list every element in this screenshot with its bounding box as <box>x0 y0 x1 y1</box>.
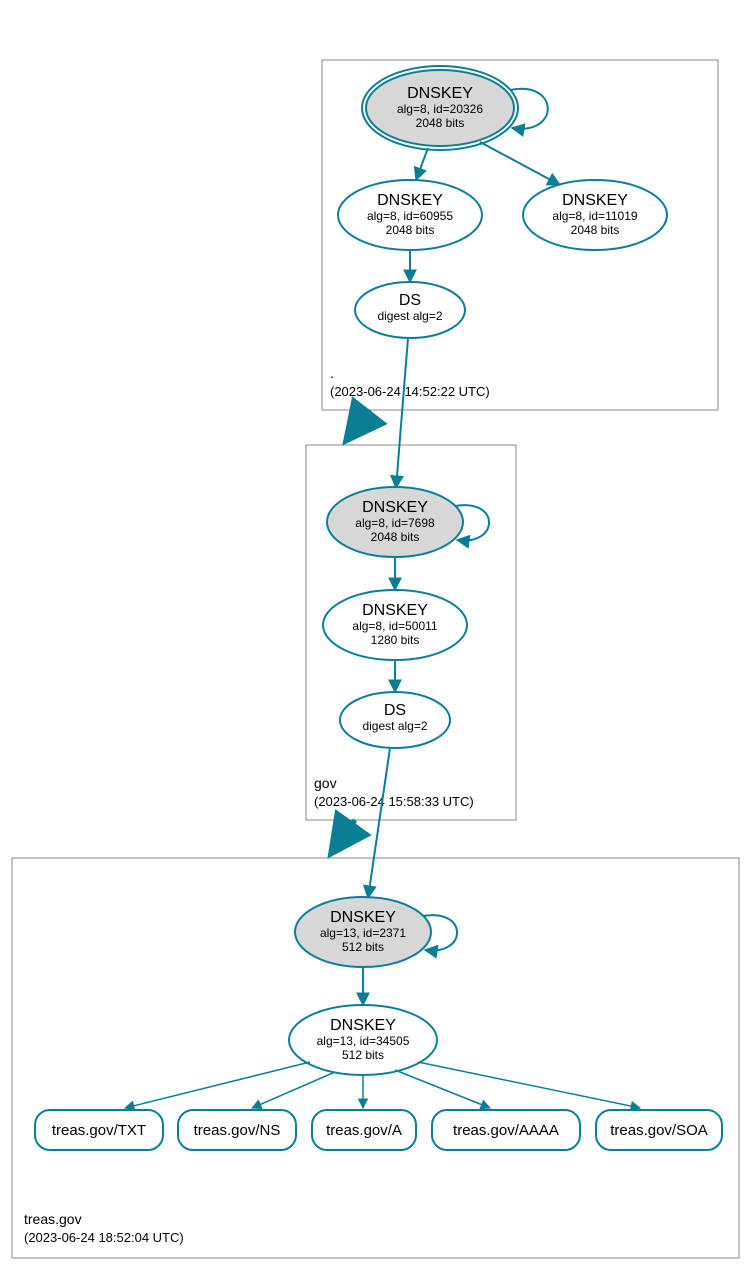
edge-zsk-aaaa <box>395 1070 490 1108</box>
edge-zsk-txt <box>125 1062 310 1108</box>
node-gov-zsk: DNSKEY alg=8, id=50011 1280 bits <box>323 590 467 660</box>
zone-root-ts: (2023-06-24 14:52:22 UTC) <box>330 384 490 399</box>
svg-text:digest alg=2: digest alg=2 <box>362 719 427 733</box>
svg-text:DS: DS <box>384 702 406 719</box>
edge-rootksk-zsk1 <box>416 148 428 180</box>
svg-text:DNSKEY: DNSKEY <box>362 602 428 619</box>
svg-text:DNSKEY: DNSKEY <box>562 192 628 209</box>
svg-text:DNSKEY: DNSKEY <box>377 192 443 209</box>
edge-govds-treasksk <box>368 748 390 898</box>
edge-root-to-gov-zone <box>345 410 370 442</box>
svg-text:2048 bits: 2048 bits <box>386 223 435 237</box>
svg-text:2048 bits: 2048 bits <box>416 116 465 130</box>
edge-root-ksk-self <box>510 89 548 129</box>
zone-treas-label: treas.gov <box>24 1211 82 1227</box>
zone-gov-label: gov <box>314 775 337 791</box>
svg-text:512 bits: 512 bits <box>342 1048 384 1062</box>
node-treas-ksk: DNSKEY alg=13, id=2371 512 bits <box>295 897 431 967</box>
node-gov-ksk: DNSKEY alg=8, id=7698 2048 bits <box>327 487 463 557</box>
node-treas-zsk: DNSKEY alg=13, id=34505 512 bits <box>289 1005 437 1075</box>
zone-treas-ts: (2023-06-24 18:52:04 UTC) <box>24 1230 184 1245</box>
record-ns: treas.gov/NS <box>178 1110 296 1150</box>
svg-text:DNSKEY: DNSKEY <box>362 499 428 516</box>
svg-text:2048 bits: 2048 bits <box>371 530 420 544</box>
svg-text:treas.gov/A: treas.gov/A <box>326 1122 402 1139</box>
node-root-ds: DS digest alg=2 <box>355 282 465 338</box>
svg-text:alg=8, id=20326: alg=8, id=20326 <box>397 102 483 116</box>
dnssec-diagram: . (2023-06-24 14:52:22 UTC) gov (2023-06… <box>0 0 751 1278</box>
node-root-zsk2: DNSKEY alg=8, id=11019 2048 bits <box>523 180 667 250</box>
svg-text:DNSKEY: DNSKEY <box>330 909 396 926</box>
edge-zsk-ns <box>252 1072 335 1108</box>
svg-text:DNSKEY: DNSKEY <box>330 1017 396 1034</box>
svg-text:DNSKEY: DNSKEY <box>407 85 473 102</box>
zone-root-label: . <box>330 365 334 381</box>
svg-text:treas.gov/SOA: treas.gov/SOA <box>610 1122 708 1139</box>
svg-text:alg=8, id=60955: alg=8, id=60955 <box>367 209 453 223</box>
svg-text:512 bits: 512 bits <box>342 940 384 954</box>
svg-text:alg=13, id=34505: alg=13, id=34505 <box>317 1034 410 1048</box>
svg-text:alg=13, id=2371: alg=13, id=2371 <box>320 926 406 940</box>
edge-rootksk-zsk2 <box>480 142 560 185</box>
svg-text:digest alg=2: digest alg=2 <box>377 309 442 323</box>
svg-text:2048 bits: 2048 bits <box>571 223 620 237</box>
edge-zsk-soa <box>418 1062 640 1108</box>
svg-text:treas.gov/NS: treas.gov/NS <box>194 1122 281 1139</box>
svg-text:1280 bits: 1280 bits <box>371 633 420 647</box>
node-root-zsk1: DNSKEY alg=8, id=60955 2048 bits <box>338 180 482 250</box>
svg-text:treas.gov/AAAA: treas.gov/AAAA <box>453 1122 559 1139</box>
node-gov-ds: DS digest alg=2 <box>340 692 450 748</box>
svg-text:treas.gov/TXT: treas.gov/TXT <box>52 1122 146 1139</box>
zone-gov-ts: (2023-06-24 15:58:33 UTC) <box>314 794 474 809</box>
node-root-ksk: DNSKEY alg=8, id=20326 2048 bits <box>362 66 518 150</box>
record-soa: treas.gov/SOA <box>596 1110 722 1150</box>
svg-text:alg=8, id=11019: alg=8, id=11019 <box>552 209 638 223</box>
svg-text:alg=8, id=7698: alg=8, id=7698 <box>355 516 435 530</box>
record-aaaa: treas.gov/AAAA <box>432 1110 580 1150</box>
record-a: treas.gov/A <box>312 1110 416 1150</box>
record-txt: treas.gov/TXT <box>35 1110 163 1150</box>
edge-rootds-govksk <box>396 338 408 488</box>
svg-text:DS: DS <box>399 292 421 309</box>
svg-text:alg=8, id=50011: alg=8, id=50011 <box>352 619 438 633</box>
edge-gov-to-treas-zone <box>330 820 355 855</box>
